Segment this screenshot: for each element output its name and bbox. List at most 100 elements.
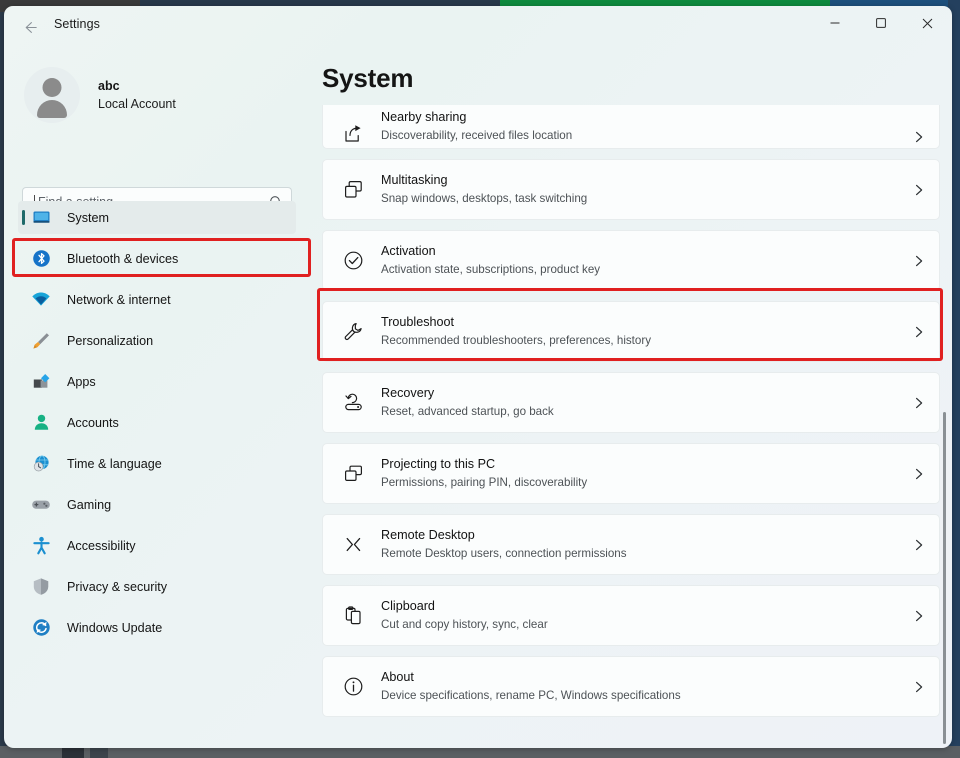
card-text: Nearby sharing Discoverability, received… — [381, 108, 899, 144]
sidebar-item-time-language[interactable]: Time & language — [18, 447, 296, 480]
sidebar-item-label: System — [67, 211, 109, 225]
share-icon — [337, 123, 369, 144]
maximize-button[interactable] — [858, 6, 904, 40]
settings-card-nearby-sharing[interactable]: Nearby sharing Discoverability, received… — [322, 105, 940, 149]
back-button[interactable] — [14, 12, 46, 42]
card-subtitle: Device specifications, rename PC, Window… — [381, 687, 899, 704]
card-title: Clipboard — [381, 597, 899, 616]
wifi-icon — [30, 289, 52, 311]
windows-stack-icon — [337, 179, 369, 200]
close-icon — [921, 17, 934, 30]
sidebar-item-network-internet[interactable]: Network & internet — [18, 283, 296, 316]
back-arrow-icon — [22, 19, 39, 36]
avatar-head — [43, 78, 62, 97]
paintbrush-icon — [30, 330, 52, 352]
settings-card-recovery[interactable]: Recovery Reset, advanced startup, go bac… — [322, 372, 940, 433]
sidebar-item-accessibility[interactable]: Accessibility — [18, 529, 296, 562]
recovery-icon — [337, 392, 369, 413]
update-icon — [30, 617, 52, 639]
card-subtitle: Remote Desktop users, connection permiss… — [381, 545, 899, 562]
card-text: Clipboard Cut and copy history, sync, cl… — [381, 597, 899, 633]
monitor-icon — [30, 207, 52, 229]
card-subtitle: Cut and copy history, sync, clear — [381, 616, 899, 633]
sidebar-item-windows-update[interactable]: Windows Update — [18, 611, 296, 644]
chevron-right-icon — [899, 467, 939, 481]
card-title: Nearby sharing — [381, 108, 899, 127]
accessibility-icon — [30, 535, 52, 557]
maximize-icon — [875, 17, 887, 29]
chevron-right-icon — [899, 130, 939, 144]
account-card[interactable]: abc Local Account — [22, 62, 292, 128]
sidebar-item-label: Windows Update — [67, 621, 162, 635]
chevron-right-icon — [899, 254, 939, 268]
card-text: Multitasking Snap windows, desktops, tas… — [381, 171, 899, 207]
sidebar-item-label: Personalization — [67, 334, 153, 348]
settings-card-multitasking[interactable]: Multitasking Snap windows, desktops, tas… — [322, 159, 940, 220]
person-icon — [30, 412, 52, 434]
sidebar-item-privacy-security[interactable]: Privacy & security — [18, 570, 296, 603]
sidebar-item-apps[interactable]: Apps — [18, 365, 296, 398]
settings-card-troubleshoot[interactable]: Troubleshoot Recommended troubleshooters… — [322, 301, 940, 362]
sidebar-item-accounts[interactable]: Accounts — [18, 406, 296, 439]
sidebar-item-personalization[interactable]: Personalization — [18, 324, 296, 357]
wrench-icon — [337, 321, 369, 342]
taskbar-icon-a[interactable] — [62, 748, 84, 758]
card-title: Troubleshoot — [381, 313, 899, 332]
card-text: Troubleshoot Recommended troubleshooters… — [381, 313, 899, 349]
chevron-right-icon — [899, 325, 939, 339]
bluetooth-icon — [30, 248, 52, 270]
chevron-right-icon — [899, 396, 939, 410]
sidebar: abc Local Account — [4, 46, 316, 748]
chevron-right-icon — [899, 609, 939, 623]
apps-icon — [30, 371, 52, 393]
card-subtitle: Snap windows, desktops, task switching — [381, 190, 899, 207]
taskbar-icon-b[interactable] — [90, 748, 108, 758]
account-type: Local Account — [98, 95, 176, 114]
sidebar-item-system[interactable]: System — [18, 201, 296, 234]
selection-indicator — [22, 210, 25, 225]
check-circle-icon — [337, 250, 369, 271]
settings-card-about[interactable]: About Device specifications, rename PC, … — [322, 656, 940, 717]
card-title: Multitasking — [381, 171, 899, 190]
chevron-right-icon — [899, 680, 939, 694]
sidebar-item-label: Network & internet — [67, 293, 171, 307]
card-text: Remote Desktop Remote Desktop users, con… — [381, 526, 899, 562]
card-subtitle: Activation state, subscriptions, product… — [381, 261, 899, 278]
chevron-right-icon — [899, 538, 939, 552]
sidebar-item-gaming[interactable]: Gaming — [18, 488, 296, 521]
scrollbar-thumb[interactable] — [943, 412, 946, 744]
close-button[interactable] — [904, 6, 950, 40]
user-avatar-icon — [24, 67, 80, 123]
title-bar: Settings — [4, 6, 952, 46]
settings-card-clipboard[interactable]: Clipboard Cut and copy history, sync, cl… — [322, 585, 940, 646]
sidebar-item-label: Bluetooth & devices — [67, 252, 178, 266]
card-subtitle: Permissions, pairing PIN, discoverabilit… — [381, 474, 899, 491]
gamepad-icon — [30, 494, 52, 516]
scrollbar[interactable] — [939, 104, 949, 744]
sidebar-item-label: Gaming — [67, 498, 111, 512]
sidebar-item-label: Accessibility — [67, 539, 136, 553]
app-title: Settings — [54, 17, 100, 31]
settings-card-remote-desktop[interactable]: Remote Desktop Remote Desktop users, con… — [322, 514, 940, 575]
card-subtitle: Recommended troubleshooters, preferences… — [381, 332, 899, 349]
sidebar-item-label: Privacy & security — [67, 580, 167, 594]
clock-globe-icon — [30, 453, 52, 475]
project-icon — [337, 463, 369, 484]
settings-card-projecting-to-this-pc[interactable]: Projecting to this PC Permissions, pairi… — [322, 443, 940, 504]
remote-desktop-icon — [337, 534, 369, 555]
sidebar-item-bluetooth-devices[interactable]: Bluetooth & devices — [18, 242, 296, 275]
card-title: Recovery — [381, 384, 899, 403]
card-subtitle: Reset, advanced startup, go back — [381, 403, 899, 420]
shield-icon — [30, 576, 52, 598]
clipboard-icon — [337, 605, 369, 626]
card-title: About — [381, 668, 899, 687]
minimize-button[interactable] — [812, 6, 858, 40]
card-text: About Device specifications, rename PC, … — [381, 668, 899, 704]
sidebar-item-label: Time & language — [67, 457, 162, 471]
account-text: abc Local Account — [98, 77, 176, 114]
card-subtitle: Discoverability, received files location — [381, 127, 899, 144]
sidebar-item-label: Accounts — [67, 416, 119, 430]
settings-card-list: Nearby sharing Discoverability, received… — [322, 105, 940, 727]
settings-card-activation[interactable]: Activation Activation state, subscriptio… — [322, 230, 940, 291]
card-title: Remote Desktop — [381, 526, 899, 545]
